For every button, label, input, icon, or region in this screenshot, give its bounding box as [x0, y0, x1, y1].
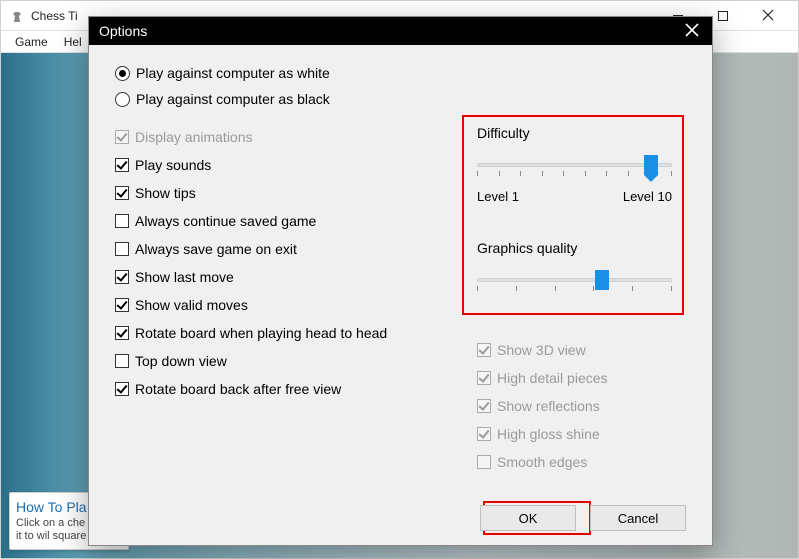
- options-dialog: Options Play against computer as white P…: [88, 16, 713, 546]
- button-label: Cancel: [618, 511, 658, 526]
- dialog-titlebar: Options: [89, 17, 712, 45]
- checkbox-icon: [477, 399, 491, 413]
- cancel-button[interactable]: Cancel: [590, 505, 686, 531]
- dialog-body: Play against computer as white Play agai…: [89, 45, 712, 545]
- checkbox-right-2: Show reflections: [477, 398, 677, 414]
- radio-label: Play against computer as black: [136, 91, 330, 107]
- radio-label: Play against computer as white: [136, 65, 330, 81]
- radio-play-black[interactable]: Play against computer as black: [115, 91, 686, 107]
- checkbox-label: Play sounds: [135, 157, 211, 173]
- difficulty-label: Difficulty: [477, 125, 672, 141]
- checkbox-label: Top down view: [135, 353, 227, 369]
- difficulty-range: Level 1 Level 10: [477, 189, 672, 204]
- checkbox-label: Show tips: [135, 185, 196, 201]
- graphics-label: Graphics quality: [477, 240, 672, 256]
- close-icon: [685, 23, 699, 40]
- button-label: OK: [519, 511, 538, 526]
- checkbox-label: Smooth edges: [497, 454, 587, 470]
- radio-play-white[interactable]: Play against computer as white: [115, 65, 686, 81]
- checkbox-icon: [115, 270, 129, 284]
- checkbox-label: Display animations: [135, 129, 253, 145]
- close-button[interactable]: [745, 1, 790, 31]
- checkbox-label: Always save game on exit: [135, 241, 297, 257]
- checkbox-label: Rotate board back after free view: [135, 381, 341, 397]
- menu-game[interactable]: Game: [7, 35, 56, 49]
- checkbox-label: Show valid moves: [135, 297, 248, 313]
- dialog-close-button[interactable]: [672, 17, 712, 45]
- slider-track: [477, 278, 672, 282]
- checkbox-label: Rotate board when playing head to head: [135, 325, 387, 341]
- checkbox-icon: [115, 326, 129, 340]
- checkbox-right-4: Smooth edges: [477, 454, 677, 470]
- checkbox-left-7[interactable]: Rotate board when playing head to head: [115, 325, 686, 341]
- difficulty-max: Level 10: [623, 189, 672, 204]
- checkbox-label: Show last move: [135, 269, 234, 285]
- checkbox-label: Show 3D view: [497, 342, 586, 358]
- checkbox-icon: [115, 298, 129, 312]
- slider-ticks: [477, 286, 672, 292]
- difficulty-min: Level 1: [477, 189, 519, 204]
- dialog-button-row: OK Cancel: [480, 505, 686, 531]
- checkbox-icon: [477, 343, 491, 357]
- radio-icon: [115, 66, 130, 81]
- app-title: Chess Ti: [31, 9, 78, 23]
- radio-icon: [115, 92, 130, 107]
- checkbox-label: Always continue saved game: [135, 213, 316, 229]
- graphics-slider[interactable]: [477, 272, 672, 294]
- checkbox-icon: [477, 371, 491, 385]
- graphics-group: Graphics quality: [477, 240, 672, 294]
- checkbox-label: High detail pieces: [497, 370, 608, 386]
- dialog-title: Options: [99, 23, 147, 39]
- checkbox-icon: [115, 186, 129, 200]
- difficulty-group: Difficulty Level 1 Level 10: [477, 125, 672, 204]
- app-icon: [9, 8, 25, 24]
- checkbox-icon: [115, 382, 129, 396]
- ok-button[interactable]: OK: [480, 505, 576, 531]
- close-icon: [762, 8, 774, 24]
- slider-thumb-icon[interactable]: [595, 270, 609, 290]
- checkbox-icon: [115, 158, 129, 172]
- checkbox-icon: [115, 242, 129, 256]
- right-checkbox-column: Show 3D view High detail pieces Show refle…: [477, 342, 677, 482]
- checkbox-icon: [477, 455, 491, 469]
- checkbox-icon: [115, 214, 129, 228]
- checkbox-right-1: High detail pieces: [477, 370, 677, 386]
- checkbox-right-0: Show 3D view: [477, 342, 677, 358]
- checkbox-icon: [477, 427, 491, 441]
- difficulty-slider[interactable]: [477, 157, 672, 179]
- checkbox-icon: [115, 354, 129, 368]
- slider-thumb-icon[interactable]: [644, 155, 658, 175]
- checkbox-label: High gloss shine: [497, 426, 600, 442]
- checkbox-icon: [115, 130, 129, 144]
- menu-help[interactable]: Hel: [56, 35, 90, 49]
- checkbox-right-3: High gloss shine: [477, 426, 677, 442]
- checkbox-label: Show reflections: [497, 398, 600, 414]
